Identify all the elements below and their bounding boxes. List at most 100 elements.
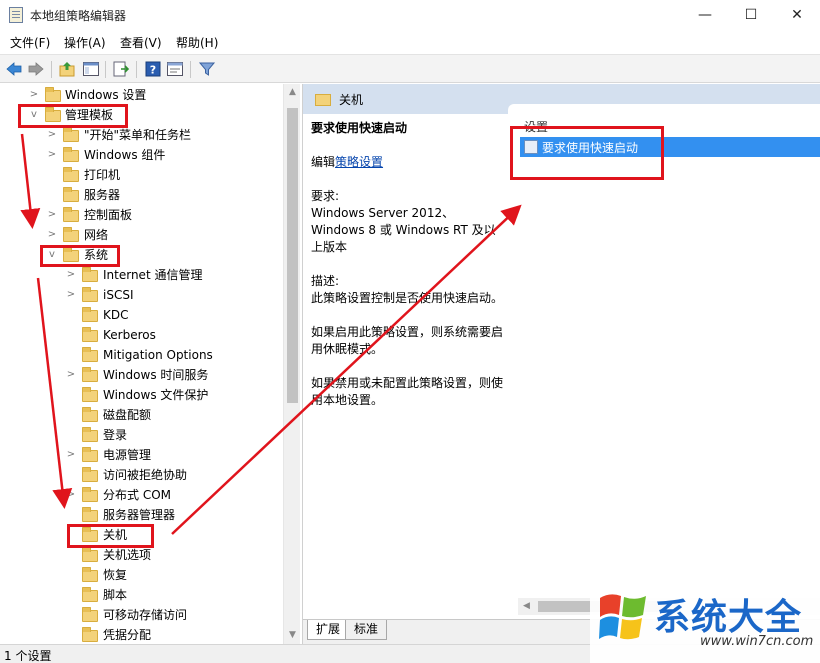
tree-pane[interactable]: > Windows 设置 v 管理模板 > "开始"菜单和任务栏 > Windo…: [0, 84, 283, 644]
chevron-right-icon[interactable]: >: [65, 265, 77, 285]
extended-description: 要求使用快速启动 编辑策略设置 要求: Windows Server 2012、W…: [311, 120, 507, 426]
menu-view[interactable]: 查看(V): [120, 34, 162, 51]
watermark-logo: 系统大全 www.win7cn.com: [590, 584, 820, 663]
list-item-label: 要求使用快速启动: [542, 141, 639, 155]
folder-icon: [63, 147, 79, 162]
close-button[interactable]: ✕: [774, 0, 820, 30]
chevron-right-icon[interactable]: >: [65, 485, 77, 505]
scroll-thumb[interactable]: [287, 108, 298, 403]
tree-item-label: 服务器: [84, 188, 121, 202]
windows-flag-icon: [599, 594, 646, 640]
details-header-title: 关机: [339, 93, 364, 107]
minimize-button[interactable]: —: [682, 0, 728, 30]
scroll-up-icon[interactable]: ▲: [284, 84, 301, 101]
chevron-down-icon[interactable]: v: [28, 105, 40, 125]
description: 描述: 此策略设置控制是否使用快速启动。: [311, 273, 507, 307]
tree-item-label: 管理模板: [65, 108, 114, 122]
folder-icon: [63, 207, 79, 222]
folder-icon: [82, 407, 98, 422]
folder-icon: [82, 307, 98, 322]
folder-icon: [63, 167, 79, 182]
chevron-down-icon[interactable]: v: [46, 245, 58, 265]
folder-icon: [63, 187, 79, 202]
toolbar-separator: [190, 61, 191, 78]
menu-action[interactable]: 操作(A): [64, 34, 106, 51]
tree-item-label: Windows 文件保护: [103, 388, 209, 402]
status-text: 1 个设置: [4, 649, 52, 663]
chevron-right-icon[interactable]: >: [28, 85, 40, 105]
back-arrow-icon[interactable]: [5, 60, 23, 78]
edit-prefix: 编辑: [311, 155, 336, 169]
folder-icon: [82, 287, 98, 302]
tree-item-label: "开始"菜单和任务栏: [84, 128, 192, 142]
folder-icon: [63, 247, 79, 262]
folder-icon: [82, 567, 98, 582]
tree-item-label: 脚本: [103, 588, 128, 602]
properties-icon[interactable]: [166, 60, 184, 78]
chevron-right-icon[interactable]: >: [46, 205, 58, 225]
chevron-right-icon[interactable]: >: [65, 285, 77, 305]
folder-icon: [82, 347, 98, 362]
forward-arrow-icon[interactable]: [27, 60, 45, 78]
folder-icon: [82, 367, 98, 382]
tree-item-label: Internet 通信管理: [103, 268, 203, 282]
enabled-text: 如果启用此策略设置，则系统需要启用休眠模式。: [311, 325, 504, 356]
tree-item-label: Windows 设置: [65, 88, 147, 102]
requirements-text: Windows Server 2012、Windows 8 或 Windows …: [311, 206, 496, 254]
tree-item-label: 电源管理: [103, 448, 152, 462]
tab-extended[interactable]: 扩展: [307, 620, 350, 640]
scroll-left-icon[interactable]: ◀: [518, 598, 535, 615]
tree-item-label: 关机: [103, 528, 128, 542]
tree-item-label: 关机选项: [103, 548, 152, 562]
toolbar-separator: [105, 61, 106, 78]
edit-line: 编辑策略设置: [311, 154, 507, 171]
chevron-right-icon[interactable]: >: [46, 125, 58, 145]
edit-policy-link[interactable]: 策略设置: [335, 155, 383, 169]
requirements: 要求: Windows Server 2012、Windows 8 或 Windo…: [311, 188, 507, 256]
maximize-button[interactable]: ☐: [728, 0, 774, 30]
tree-item-label: 可移动存储访问: [103, 608, 188, 622]
menu-help[interactable]: 帮助(H): [176, 34, 218, 51]
folder-icon: [63, 127, 79, 142]
filter-icon[interactable]: [198, 60, 216, 78]
up-folder-icon[interactable]: [58, 60, 76, 78]
folder-icon: [82, 467, 98, 482]
toolbar: ?: [0, 54, 820, 83]
folder-icon: [315, 94, 331, 106]
folder-icon: [82, 587, 98, 602]
policy-heading: 要求使用快速启动: [311, 121, 408, 135]
help-icon[interactable]: ?: [144, 60, 162, 78]
show-hide-tree-icon[interactable]: [82, 60, 100, 78]
folder-icon: [82, 607, 98, 622]
details-pane: 关机 要求使用快速启动 编辑策略设置 要求: Windows Server 201…: [302, 84, 820, 644]
tree-item-label: 控制面板: [84, 208, 133, 222]
chevron-right-icon[interactable]: >: [65, 445, 77, 465]
settings-column-header[interactable]: 设置: [524, 118, 548, 135]
tab-standard[interactable]: 标准: [345, 620, 388, 640]
chevron-right-icon[interactable]: >: [46, 225, 58, 245]
tree-item-label: 网络: [84, 228, 109, 242]
watermark-url: www.win7cn.com: [700, 634, 814, 649]
tree-scrollbar[interactable]: ▲ ▼: [283, 84, 300, 644]
settings-list[interactable]: 设置 要求使用快速启动: [508, 104, 820, 614]
tree-item-label: 服务器管理器: [103, 508, 176, 522]
list-item-require-fast-startup[interactable]: 要求使用快速启动: [520, 137, 820, 157]
tree-item-label: 分布式 COM: [103, 488, 171, 502]
export-list-icon[interactable]: [112, 60, 130, 78]
folder-icon: [82, 627, 98, 642]
chevron-right-icon[interactable]: >: [46, 145, 58, 165]
tree-item-label: Windows 组件: [84, 148, 166, 162]
tree-item-label: 打印机: [84, 168, 121, 182]
tree-item-label: 恢复: [103, 568, 128, 582]
menu-file[interactable]: 文件(F): [10, 34, 50, 51]
app-icon: [9, 7, 23, 23]
tree-item-label: 访问被拒绝协助: [103, 468, 188, 482]
requirements-label: 要求:: [311, 189, 340, 203]
policy-setting-icon: [524, 140, 538, 154]
scroll-down-icon[interactable]: ▼: [284, 627, 301, 644]
tree-item-label: 磁盘配额: [103, 408, 152, 422]
folder-icon: [63, 227, 79, 242]
window-title: 本地组策略编辑器: [30, 9, 127, 23]
chevron-right-icon[interactable]: >: [65, 365, 77, 385]
folder-icon: [82, 547, 98, 562]
